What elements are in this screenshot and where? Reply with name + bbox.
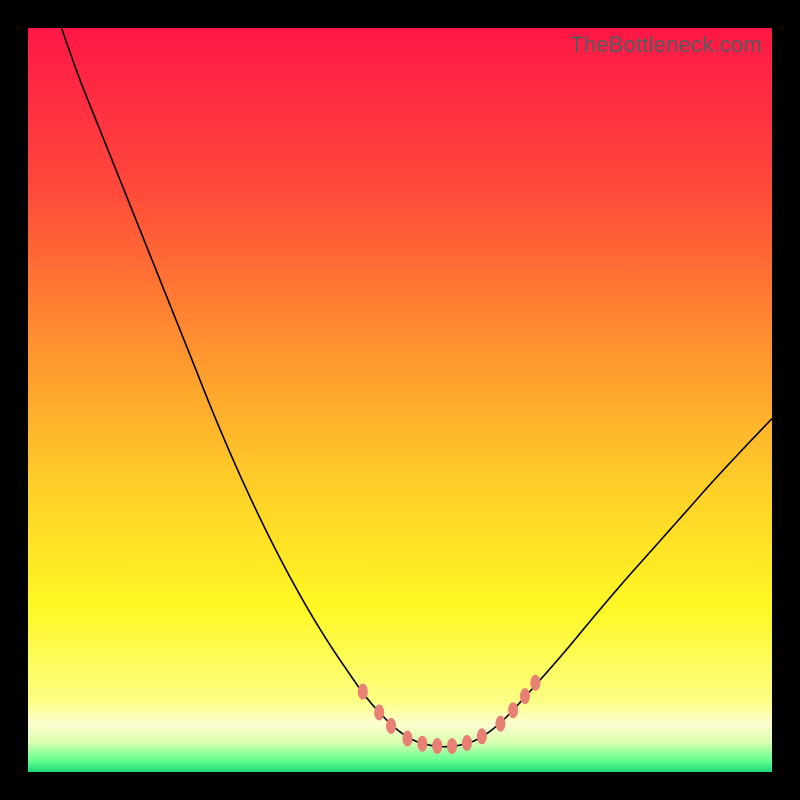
chart-svg (28, 28, 772, 772)
highlight-dot (508, 702, 518, 718)
plot-area: TheBottleneck.com (28, 28, 772, 772)
highlight-dot (386, 718, 396, 734)
highlight-dot (374, 704, 384, 720)
highlight-dot (477, 728, 487, 744)
watermark-text: TheBottleneck.com (570, 32, 762, 58)
highlight-dot (520, 688, 530, 704)
highlight-dot (447, 738, 457, 754)
highlight-dot (462, 735, 472, 751)
chart-frame: TheBottleneck.com (0, 0, 800, 800)
highlight-dot (358, 684, 368, 700)
highlight-dot (417, 736, 427, 752)
highlight-dot (402, 731, 412, 747)
gradient-background (28, 28, 772, 772)
highlight-dot (432, 738, 442, 754)
highlight-dot (495, 716, 505, 732)
highlight-dot (530, 675, 540, 691)
